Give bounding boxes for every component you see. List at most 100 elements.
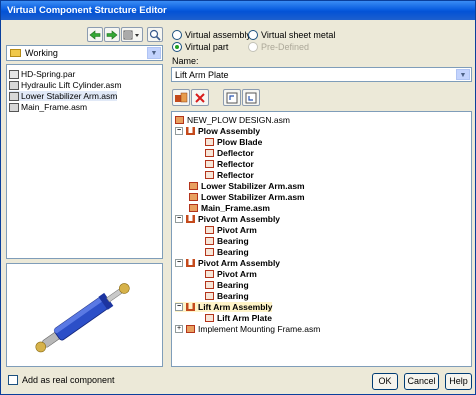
- chevron-down-icon[interactable]: ▼: [147, 47, 161, 59]
- tree-node-label: Lower Stabilizer Arm.asm: [201, 181, 305, 191]
- tree-node[interactable]: Main_Frame.asm: [189, 203, 270, 213]
- tree-node[interactable]: Pivot Arm: [205, 225, 257, 235]
- tree-node-label: Lift Arm Plate: [217, 313, 272, 323]
- part-icon: [205, 226, 214, 234]
- tree-node[interactable]: Reflector: [205, 170, 254, 180]
- search-icon[interactable]: [147, 27, 163, 42]
- tree-node[interactable]: Plow Blade: [205, 137, 262, 147]
- tree-node-label: Bearing: [217, 236, 249, 246]
- tree-node-label: Bearing: [217, 280, 249, 290]
- virtual-part-label: Virtual part: [185, 42, 229, 52]
- list-item[interactable]: Main_Frame.asm: [9, 102, 87, 112]
- list-item-label: Lower Stabilizer Arm.asm: [21, 91, 118, 101]
- move-right-icon[interactable]: [104, 27, 120, 42]
- tree-node-label: NEW_PLOW DESIGN.asm: [187, 115, 290, 125]
- tree-node[interactable]: NEW_PLOW DESIGN.asm: [175, 115, 290, 125]
- tree-node-label: Pivot Arm Assembly: [198, 258, 281, 268]
- view-options-icon[interactable]: [121, 27, 143, 42]
- assembly-file-icon: [9, 91, 19, 101]
- assembly-icon: [186, 127, 195, 135]
- tree-node-selected[interactable]: − Lift Arm Assembly: [175, 302, 273, 312]
- tree-node-label: Bearing: [217, 291, 249, 301]
- collapse-icon[interactable]: −: [175, 127, 183, 135]
- part-icon: [205, 149, 214, 157]
- move-left-icon[interactable]: [87, 27, 103, 42]
- folder-combo[interactable]: Working ▼: [6, 45, 163, 61]
- help-button[interactable]: Help: [445, 373, 472, 390]
- add-as-real-label: Add as real component: [22, 375, 115, 385]
- collapse-icon[interactable]: −: [175, 303, 183, 311]
- part-icon: [205, 237, 214, 245]
- tree-node[interactable]: Bearing: [205, 247, 249, 257]
- add-component-icon[interactable]: [172, 89, 190, 106]
- name-value: Lift Arm Plate: [175, 70, 229, 80]
- list-item[interactable]: Hydraulic Lift Cylinder.asm: [9, 80, 122, 90]
- tree-node-label: Pivot Arm Assembly: [198, 214, 281, 224]
- tree-node-label: Reflector: [217, 159, 254, 169]
- delete-icon[interactable]: [191, 89, 209, 106]
- tree-node[interactable]: + Implement Mounting Frame.asm: [175, 324, 320, 334]
- predefined-label: Pre-Defined: [261, 42, 310, 52]
- assembly-root-icon: [175, 116, 184, 124]
- tree-node[interactable]: Reflector: [205, 159, 254, 169]
- move-down-level-icon[interactable]: [242, 89, 260, 106]
- tree-node[interactable]: − Pivot Arm Assembly: [175, 214, 280, 224]
- chevron-down-icon[interactable]: ▼: [456, 69, 470, 80]
- window-title: Virtual Component Structure Editor: [1, 1, 475, 20]
- file-list: HD-Spring.par Hydraulic Lift Cylinder.as…: [6, 64, 163, 259]
- virtual-part-radio[interactable]: [172, 42, 182, 52]
- list-item[interactable]: Lower Stabilizer Arm.asm: [9, 91, 118, 101]
- tree-node[interactable]: Pivot Arm: [205, 269, 257, 279]
- part-icon: [205, 160, 214, 168]
- subassembly-icon: [189, 204, 198, 212]
- tree-node[interactable]: Deflector: [205, 148, 254, 158]
- list-item-label: HD-Spring.par: [21, 69, 76, 79]
- virtual-component-structure-editor-window: Virtual Component Structure Editor Worki…: [0, 0, 476, 395]
- ok-button[interactable]: OK: [372, 373, 398, 390]
- collapse-icon[interactable]: −: [175, 259, 183, 267]
- part-icon: [205, 248, 214, 256]
- expand-icon[interactable]: +: [175, 325, 183, 333]
- structure-tree: NEW_PLOW DESIGN.asm − Plow Assembly Plow…: [171, 111, 472, 367]
- virtual-sheet-metal-label: Virtual sheet metal: [261, 30, 336, 40]
- tree-node-label: Deflector: [217, 148, 254, 158]
- tree-node-label: Bearing: [217, 247, 249, 257]
- tree-node[interactable]: Bearing: [205, 291, 249, 301]
- collapse-icon[interactable]: −: [175, 215, 183, 223]
- tree-node[interactable]: Lower Stabilizer Arm.asm: [189, 181, 305, 191]
- tree-node-label: Reflector: [217, 170, 254, 180]
- subassembly-icon: [189, 182, 198, 190]
- tree-node[interactable]: Lower Stabilizer Arm.asm: [189, 192, 305, 202]
- list-item[interactable]: HD-Spring.par: [9, 69, 75, 79]
- part-icon: [205, 270, 214, 278]
- tree-node[interactable]: − Pivot Arm Assembly: [175, 258, 280, 268]
- assembly-file-icon: [9, 102, 19, 112]
- tree-node[interactable]: Lift Arm Plate: [205, 313, 272, 323]
- tree-node-label: Pivot Arm: [217, 269, 257, 279]
- add-as-real-checkbox[interactable]: [8, 375, 18, 385]
- move-up-level-icon[interactable]: [223, 89, 241, 106]
- folder-combo-value: Working: [25, 48, 58, 58]
- part-file-icon: [9, 69, 19, 79]
- virtual-assembly-label: Virtual assembly: [185, 30, 251, 40]
- virtual-sheet-metal-radio[interactable]: [248, 30, 258, 40]
- list-item-label: Main_Frame.asm: [21, 102, 88, 112]
- part-icon: [205, 314, 214, 322]
- part-icon: [205, 138, 214, 146]
- virtual-assembly-radio[interactable]: [172, 30, 182, 40]
- name-combo[interactable]: Lift Arm Plate ▼: [171, 67, 472, 82]
- tree-node[interactable]: Bearing: [205, 280, 249, 290]
- subassembly-icon: [186, 325, 195, 333]
- preview-pane: [6, 263, 163, 367]
- assembly-icon: [186, 259, 195, 267]
- hydraulic-cylinder-preview-image: [35, 283, 130, 353]
- tree-node[interactable]: − Plow Assembly: [175, 126, 260, 136]
- folder-icon: [10, 49, 21, 57]
- part-icon: [205, 292, 214, 300]
- tree-node-label: Lower Stabilizer Arm.asm: [201, 192, 305, 202]
- tree-node-label: Pivot Arm: [217, 225, 257, 235]
- tree-node-label: Lift Arm Assembly: [198, 302, 273, 312]
- cancel-button[interactable]: Cancel: [404, 373, 439, 390]
- tree-node[interactable]: Bearing: [205, 236, 249, 246]
- predefined-radio: [248, 42, 258, 52]
